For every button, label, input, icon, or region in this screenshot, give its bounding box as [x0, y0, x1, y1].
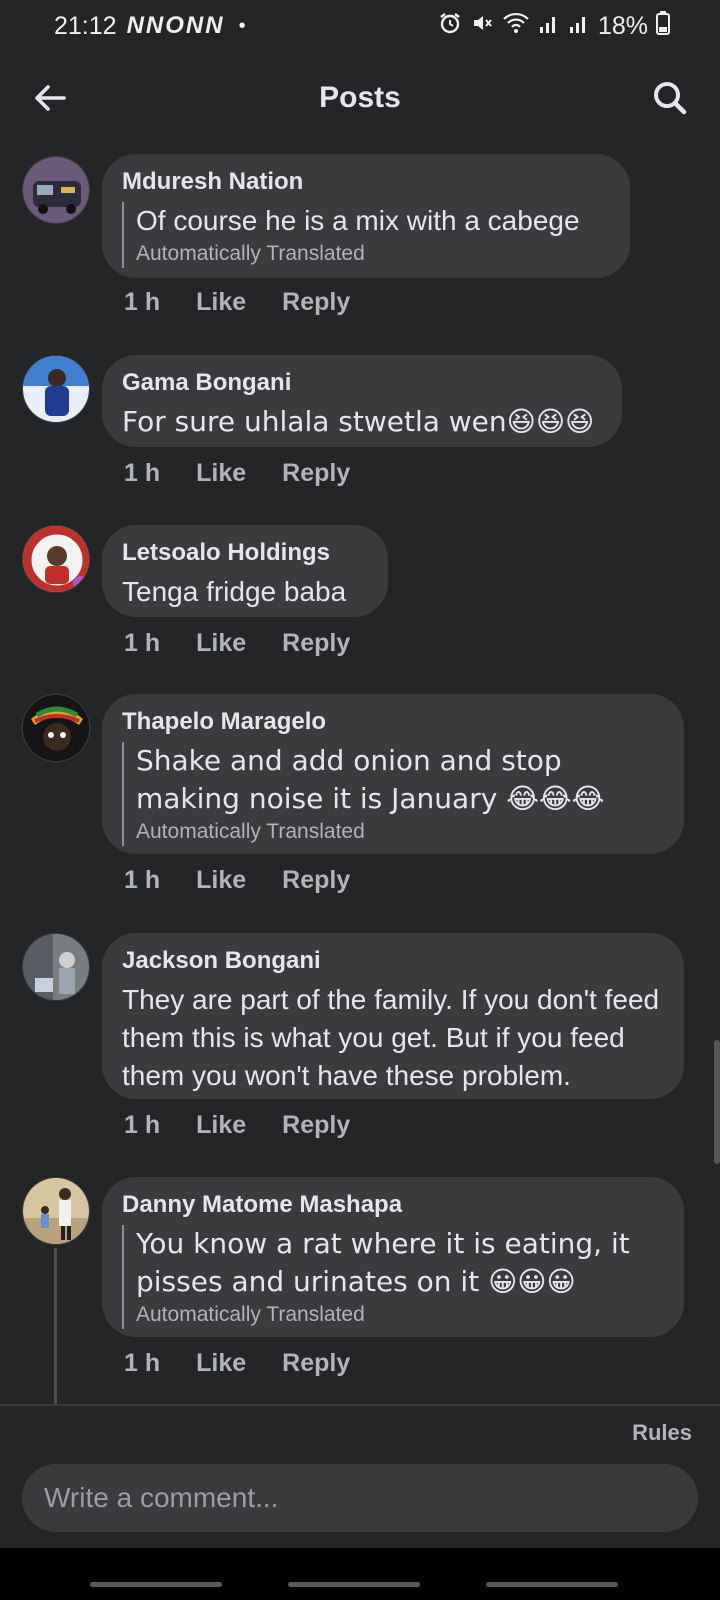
avatar[interactable]: [22, 355, 90, 423]
reply-thread-line: [54, 1248, 57, 1404]
translated-block: You know a rat where it is eating, it pi…: [122, 1225, 664, 1329]
like-button[interactable]: Like: [196, 1349, 246, 1378]
alarm-icon: [438, 11, 462, 41]
status-left: 21:12 NNONN •: [54, 12, 246, 41]
like-button[interactable]: Like: [196, 629, 246, 658]
commenter-name[interactable]: Danny Matome Mashapa: [122, 1191, 664, 1219]
translated-label[interactable]: Automatically Translated: [136, 1301, 664, 1329]
like-button[interactable]: Like: [196, 1111, 246, 1140]
mute-icon: [470, 11, 494, 41]
status-bar: 21:12 NNONN • 18%: [0, 0, 720, 52]
comment-time: 1 h: [124, 629, 161, 657]
commenter-name[interactable]: Mduresh Nation: [122, 168, 610, 196]
commenter-name[interactable]: Jackson Bongani: [122, 947, 664, 975]
reply-button[interactable]: Reply: [282, 459, 350, 488]
status-dot: •: [238, 14, 246, 37]
back-arrow-icon: [35, 85, 66, 111]
comment-input[interactable]: [22, 1464, 698, 1532]
system-nav-bar: [0, 1548, 720, 1600]
divider: [0, 1404, 720, 1406]
top-app-bar: Posts: [0, 52, 720, 144]
comment-text: Tenga fridge baba: [122, 576, 347, 607]
comment-actions: 1 h Like Reply: [124, 1111, 350, 1140]
comment-bubble[interactable]: Jackson Bongani They are part of the fam…: [102, 933, 684, 1099]
comment-actions: 1 h Like Reply: [124, 866, 350, 895]
comment-bubble[interactable]: Letsoalo Holdings Tenga fridge baba: [102, 525, 388, 617]
nav-back-button[interactable]: [486, 1582, 618, 1587]
comment-actions: 1 h Like Reply: [124, 288, 350, 317]
comment-text: For sure uhlala stwetla wen😆😆😆: [122, 405, 595, 438]
avatar[interactable]: [22, 525, 90, 593]
reply-button[interactable]: Reply: [282, 866, 350, 895]
comment-actions: 1 h Like Reply: [124, 459, 350, 488]
rules-link[interactable]: Rules: [632, 1420, 692, 1446]
avatar[interactable]: [22, 933, 90, 1001]
comment-text: Shake and add onion and stop making nois…: [136, 744, 605, 815]
comment-time: 1 h: [124, 866, 161, 894]
commenter-name[interactable]: Gama Bongani: [122, 369, 602, 397]
avatar[interactable]: [22, 1177, 90, 1245]
page-title: Posts: [319, 81, 401, 114]
battery-percent: 18%: [597, 11, 648, 40]
back-button[interactable]: [24, 72, 76, 124]
comment-text: They are part of the family. If you don'…: [122, 984, 660, 1091]
commenter-name[interactable]: Thapelo Maragelo: [122, 708, 664, 736]
like-button[interactable]: Like: [196, 459, 246, 488]
like-button[interactable]: Like: [196, 866, 246, 895]
battery-icon: [656, 11, 670, 41]
translated-block: Shake and add onion and stop making nois…: [122, 742, 664, 846]
status-time: 21:12: [54, 11, 117, 40]
comment-time: 1 h: [124, 1111, 161, 1139]
comment-bubble[interactable]: Thapelo Maragelo Shake and add onion and…: [102, 694, 684, 854]
comment-text: Of course he is a mix with a cabege: [136, 205, 580, 236]
signal-icon: [538, 11, 560, 41]
notification-icons: NNONN: [126, 12, 225, 39]
reply-button[interactable]: Reply: [282, 629, 350, 658]
nav-home-button[interactable]: [288, 1582, 420, 1587]
scrollbar-thumb[interactable]: [714, 1040, 720, 1164]
comment-bubble[interactable]: Danny Matome Mashapa You know a rat wher…: [102, 1177, 684, 1337]
search-icon: [654, 82, 687, 115]
comment-time: 1 h: [124, 459, 161, 487]
avatar[interactable]: [22, 694, 90, 762]
translated-label[interactable]: Automatically Translated: [136, 240, 610, 268]
comment-time: 1 h: [124, 288, 161, 316]
status-right: 18%: [438, 11, 670, 41]
comment-text: You know a rat where it is eating, it pi…: [136, 1227, 630, 1298]
comment-actions: 1 h Like Reply: [124, 629, 350, 658]
comment-bubble[interactable]: Mduresh Nation Of course he is a mix wit…: [102, 154, 630, 278]
translated-block: Of course he is a mix with a cabege Auto…: [122, 202, 610, 268]
search-button[interactable]: [644, 72, 696, 124]
comment-actions: 1 h Like Reply: [124, 1349, 350, 1378]
reply-button[interactable]: Reply: [282, 288, 350, 317]
reply-button[interactable]: Reply: [282, 1349, 350, 1378]
translated-label[interactable]: Automatically Translated: [136, 818, 664, 846]
reply-button[interactable]: Reply: [282, 1111, 350, 1140]
comment-bubble[interactable]: Gama Bongani For sure uhlala stwetla wen…: [102, 355, 622, 447]
like-button[interactable]: Like: [196, 288, 246, 317]
nav-recents-button[interactable]: [90, 1582, 222, 1587]
comment-time: 1 h: [124, 1349, 161, 1377]
signal-icon: [568, 11, 590, 41]
avatar[interactable]: [22, 156, 90, 224]
commenter-name[interactable]: Letsoalo Holdings: [122, 539, 368, 567]
wifi-icon: [502, 11, 530, 41]
